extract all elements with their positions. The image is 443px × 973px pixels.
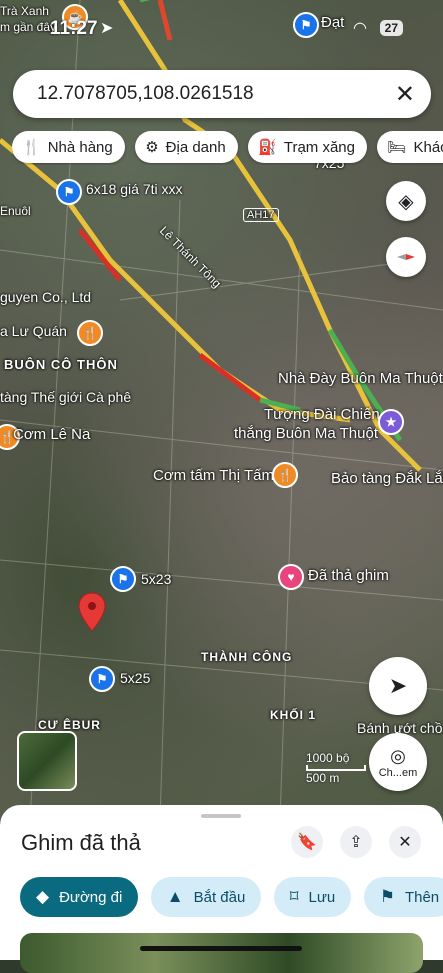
directions-button[interactable]: ◆ Đường đi bbox=[20, 877, 139, 917]
landmark-icon: ⚙ bbox=[145, 139, 159, 156]
area-label: BUÔN CÔ THÔN bbox=[4, 357, 118, 372]
chip-label: Địa danh bbox=[165, 138, 226, 156]
share-button[interactable]: ⇪ bbox=[340, 826, 372, 858]
chip-hotels[interactable]: 🛏 Khách bbox=[377, 131, 443, 163]
translate-button[interactable]: ◎ Ch...em bbox=[369, 733, 427, 791]
search-bar[interactable]: 12.7078705,108.0261518 ✕ bbox=[13, 70, 431, 118]
add-label-button[interactable]: ⚑ Thên bbox=[363, 877, 443, 917]
saved-place-icon[interactable]: ⚑ bbox=[56, 179, 82, 205]
sheet-handle[interactable] bbox=[201, 814, 241, 818]
chip-label: Trạm xăng bbox=[283, 138, 355, 156]
clock: 11:27 bbox=[50, 18, 98, 39]
place-photo[interactable] bbox=[20, 933, 423, 973]
share-icon: ⇪ bbox=[349, 834, 363, 851]
place-label: Đã thả ghim bbox=[308, 567, 389, 584]
location-arrow-icon: ➤ bbox=[100, 20, 114, 37]
pin-label: 5x23 bbox=[141, 571, 172, 587]
sheet-title: Ghim đã thả bbox=[21, 830, 141, 855]
map-label: Enuôl bbox=[0, 204, 31, 218]
category-chips: 🍴 Nhà hàng ⚙ Địa danh ⛽ Trạm xăng 🛏 Khách bbox=[12, 131, 443, 165]
translate-label: Ch...em bbox=[378, 766, 418, 779]
place-label: Cơm Lê Na bbox=[13, 426, 91, 443]
bookmark-icon: 🔖 bbox=[297, 834, 317, 851]
scale-feet: 1000 bộ bbox=[306, 751, 350, 765]
monument-icon[interactable]: ★ bbox=[378, 409, 404, 435]
highway-shield: AH17 bbox=[243, 208, 279, 222]
chip-landmarks[interactable]: ⚙ Địa danh bbox=[135, 131, 238, 163]
area-label: CƯ ÊBUR bbox=[38, 718, 101, 732]
heart-pin-icon[interactable]: ♥ bbox=[278, 564, 304, 590]
layers-button[interactable]: ◈ bbox=[386, 181, 426, 221]
action-label: Thên bbox=[404, 888, 440, 906]
close-sheet-button[interactable]: ✕ bbox=[389, 826, 421, 858]
action-label: Lưu bbox=[308, 888, 336, 906]
compass-button[interactable] bbox=[386, 237, 426, 277]
bottom-sheet[interactable]: Ghim đã thả 🔖 ⇪ ✕ ◆ Đường đi ▲ Bắt đầu ⌑ Lư… bbox=[0, 805, 443, 973]
map-scale: 1000 bộ 500 m bbox=[306, 751, 366, 785]
home-indicator[interactable] bbox=[140, 946, 302, 951]
saved-place-icon[interactable]: ⚑ bbox=[110, 566, 136, 592]
gas-station-icon: ⛽ bbox=[258, 139, 277, 156]
close-icon[interactable]: ✕ bbox=[395, 80, 415, 109]
save-bookmark-button[interactable]: 🔖 bbox=[291, 826, 323, 858]
action-label: Đường đi bbox=[59, 888, 123, 906]
camera-translate-icon: ◎ bbox=[390, 745, 406, 766]
area-label: THÀNH CÔNG bbox=[201, 650, 293, 664]
map-label: a Lư Quán bbox=[0, 323, 67, 339]
wifi-icon: ◠ bbox=[353, 20, 367, 37]
place-label: Cơm tấm Thị Tấm bbox=[153, 467, 274, 484]
chip-restaurants[interactable]: 🍴 Nhà hàng bbox=[12, 131, 125, 163]
chip-gas-stations[interactable]: ⛽ Trạm xăng bbox=[248, 131, 367, 163]
flag-icon: ⚑ bbox=[379, 887, 395, 906]
map-label: guyen Co., Ltd bbox=[0, 289, 92, 305]
place-label: thắng Buôn Ma Thuột bbox=[234, 425, 378, 442]
area-label: KHỐI 1 bbox=[270, 708, 317, 722]
save-button[interactable]: ⌑ Lưu bbox=[273, 877, 352, 917]
navigation-arrow-icon: ➤ bbox=[388, 673, 408, 698]
bookmark-icon: ⌑ bbox=[289, 887, 299, 906]
close-icon: ✕ bbox=[398, 834, 412, 851]
start-button[interactable]: ▲ Bắt đầu bbox=[150, 877, 262, 917]
chip-label: Nhà hàng bbox=[47, 138, 113, 156]
street-view-thumbnail[interactable] bbox=[17, 731, 77, 791]
directions-icon: ◆ bbox=[36, 887, 50, 906]
saved-place-icon[interactable]: ⚑ bbox=[89, 666, 115, 692]
restaurant-icon[interactable]: 🍴 bbox=[272, 462, 298, 488]
status-bar: 11:27 ➤ ◠ 27 bbox=[0, 14, 443, 44]
action-buttons: ◆ Đường đi ▲ Bắt đầu ⌑ Lưu ⚑ Thên bbox=[20, 877, 443, 919]
compass-icon bbox=[397, 254, 415, 260]
chip-label: Khách bbox=[413, 138, 443, 156]
scale-meters: 500 m bbox=[306, 771, 340, 785]
place-label: tàng Thế giới Cà phê bbox=[0, 389, 132, 405]
restaurant-icon: 🍴 bbox=[22, 139, 41, 156]
battery-indicator: 27 bbox=[379, 20, 403, 36]
place-label: Bảo tàng Đắk Lắk bbox=[331, 470, 443, 487]
search-query[interactable]: 12.7078705,108.0261518 bbox=[37, 83, 254, 105]
dropped-pin-icon[interactable] bbox=[78, 592, 106, 632]
place-label: Tượng Đài Chiến bbox=[264, 406, 380, 423]
pin-label: 6x18 giá 7ti xxx bbox=[86, 181, 183, 197]
navigation-arrow-icon: ▲ bbox=[166, 887, 184, 906]
pin-label: 5x25 bbox=[120, 670, 151, 686]
my-location-button[interactable]: ➤ bbox=[369, 657, 427, 715]
action-label: Bắt đầu bbox=[193, 888, 246, 906]
place-label: Nhà Đày Buôn Ma Thuột bbox=[278, 370, 443, 387]
hotel-icon: 🛏 bbox=[387, 139, 407, 156]
layers-icon: ◈ bbox=[398, 190, 414, 213]
restaurant-icon[interactable]: 🍴 bbox=[77, 320, 103, 346]
